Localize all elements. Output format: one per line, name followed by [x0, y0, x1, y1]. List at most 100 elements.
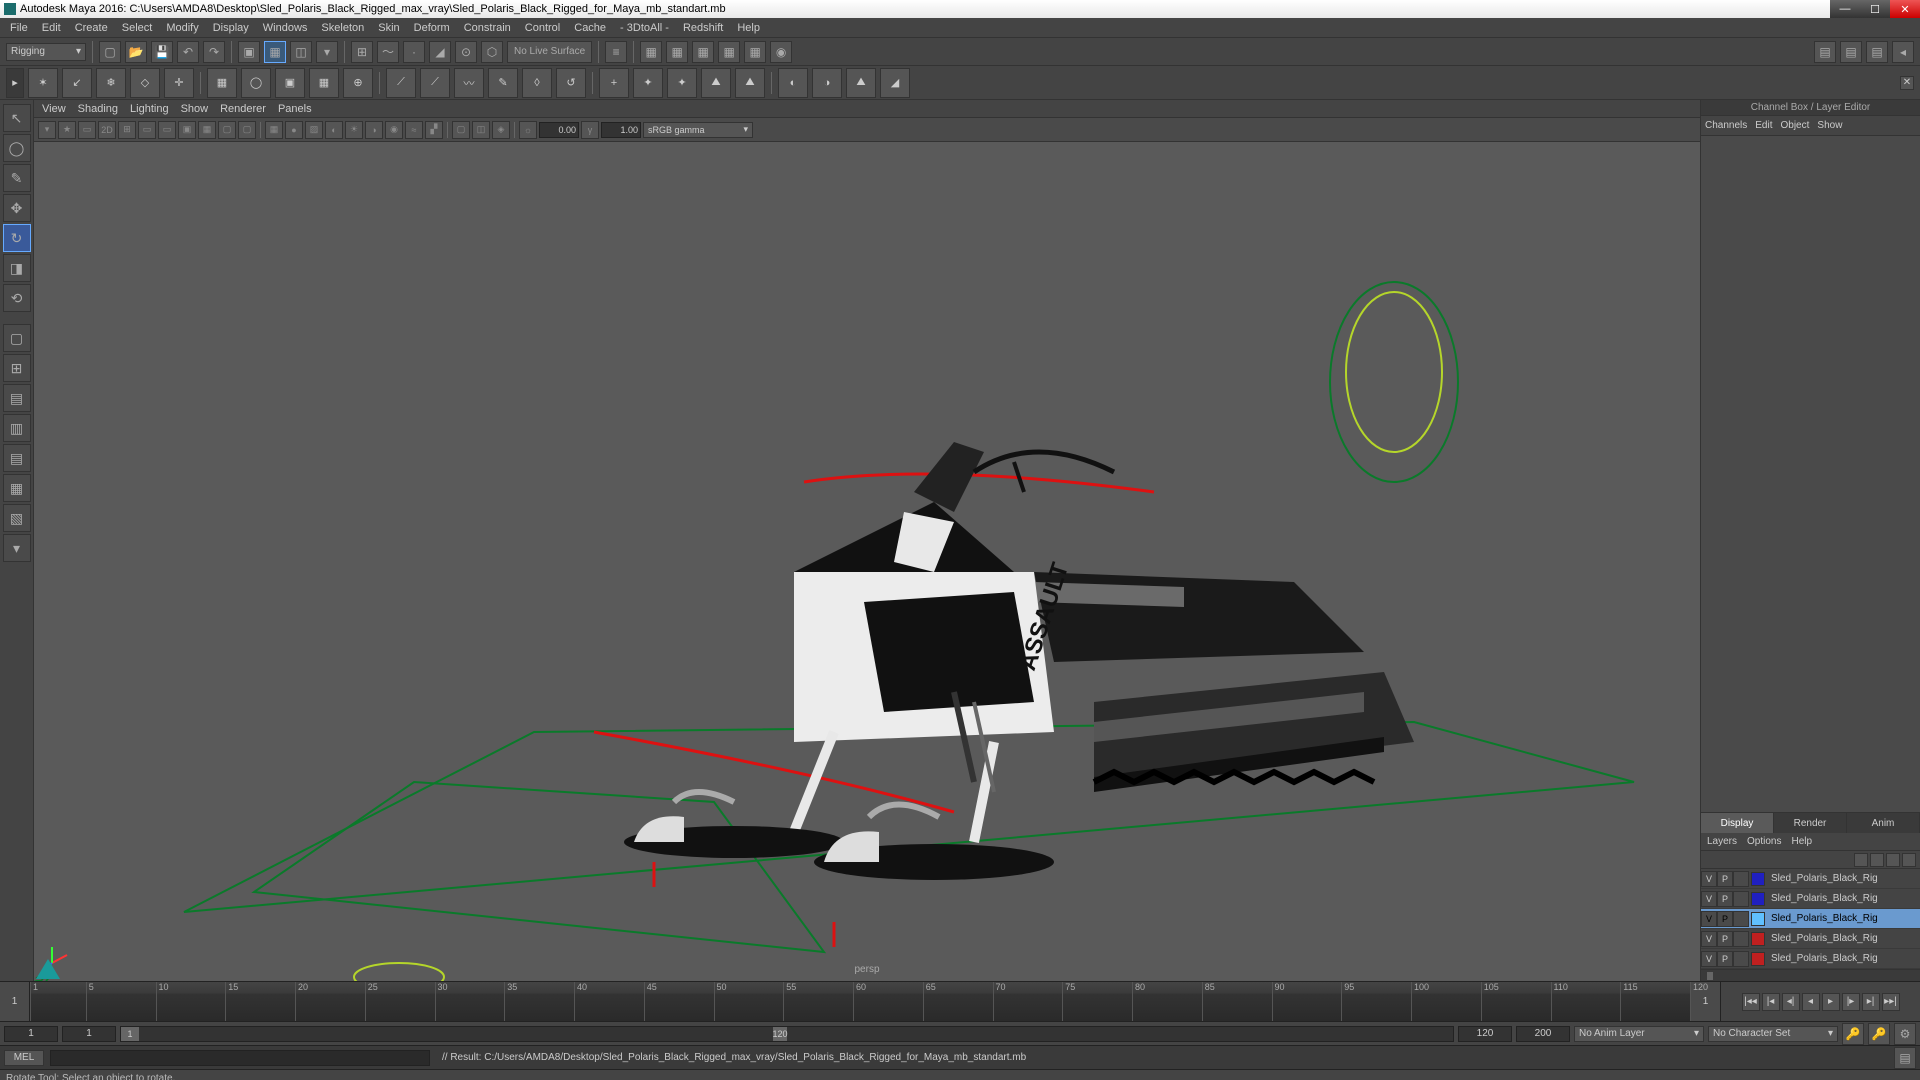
- shelf-mirror-joint-icon[interactable]: ◊: [522, 68, 552, 98]
- vp-safe-action-icon[interactable]: ▢: [218, 121, 236, 139]
- lasso-tool-icon[interactable]: ◯: [3, 134, 31, 162]
- vp-wireframe-icon[interactable]: ▦: [265, 121, 283, 139]
- range-end-mark[interactable]: 120: [773, 1027, 787, 1041]
- vp-xray-joints-icon[interactable]: ◈: [492, 121, 510, 139]
- snap-curve-icon[interactable]: 〜: [377, 41, 399, 63]
- layer-menu-layers[interactable]: Layers: [1707, 836, 1737, 847]
- snap-grid-icon[interactable]: ⊞: [351, 41, 373, 63]
- vp-menu-lighting[interactable]: Lighting: [130, 103, 169, 115]
- layer-row[interactable]: VPSled_Polaris_Black_Rig: [1701, 949, 1920, 969]
- shelf-parent-constraint-icon[interactable]: +: [599, 68, 629, 98]
- snap-live-icon[interactable]: ⬡: [481, 41, 503, 63]
- layer-type-toggle[interactable]: [1733, 951, 1749, 967]
- layer-icon-new-empty[interactable]: [1886, 853, 1900, 867]
- layer-row[interactable]: VPSled_Polaris_Black_Rig: [1701, 909, 1920, 929]
- command-input[interactable]: [50, 1050, 430, 1066]
- layer-tab-render[interactable]: Render: [1774, 813, 1847, 833]
- layer-row[interactable]: VPSled_Polaris_Black_Rig: [1701, 889, 1920, 909]
- layer-row[interactable]: VPSled_Polaris_Black_Rig: [1701, 869, 1920, 889]
- playback-start-input[interactable]: [62, 1026, 116, 1042]
- perspective-viewport[interactable]: Handlebar: [34, 142, 1700, 981]
- shelf-orient-joint-icon[interactable]: ↺: [556, 68, 586, 98]
- vp-gamma-icon[interactable]: γ: [581, 121, 599, 139]
- vp-gate-mask-icon[interactable]: ▣: [178, 121, 196, 139]
- undo-icon[interactable]: ↶: [177, 41, 199, 63]
- vp-exposure-input[interactable]: [539, 122, 579, 138]
- menu-edit[interactable]: Edit: [36, 20, 67, 36]
- menu-help[interactable]: Help: [731, 20, 766, 36]
- playback-end-input[interactable]: [1458, 1026, 1512, 1042]
- vp-safe-title-icon[interactable]: ▢: [238, 121, 256, 139]
- character-set-select[interactable]: No Character Set▾: [1708, 1026, 1838, 1042]
- shelf-scale-constraint-icon[interactable]: ⛰: [701, 68, 731, 98]
- play-forward-button[interactable]: ▸: [1822, 993, 1840, 1011]
- more-layout-icon[interactable]: ▾: [3, 534, 31, 562]
- menu-create[interactable]: Create: [69, 20, 114, 36]
- vp-menu-view[interactable]: View: [42, 103, 66, 115]
- shelf-bind-skin-icon[interactable]: 〰: [454, 68, 484, 98]
- layer-playback-toggle[interactable]: P: [1717, 891, 1733, 907]
- vp-color-mgmt-select[interactable]: sRGB gamma▾: [643, 122, 753, 138]
- new-scene-icon[interactable]: ▢: [99, 41, 121, 63]
- select-mode-hierarchy-icon[interactable]: ▦: [264, 41, 286, 63]
- vp-gamma-input[interactable]: [601, 122, 641, 138]
- anim-end-input[interactable]: [1516, 1026, 1570, 1042]
- layer-playback-toggle[interactable]: P: [1717, 931, 1733, 947]
- anim-start-input[interactable]: [4, 1026, 58, 1042]
- layer-visibility-toggle[interactable]: V: [1701, 871, 1717, 887]
- vp-textured-icon[interactable]: ▨: [305, 121, 323, 139]
- layer-type-toggle[interactable]: [1733, 871, 1749, 887]
- paint-select-tool-icon[interactable]: ✎: [3, 164, 31, 192]
- set-key-button[interactable]: 🔑: [1868, 1023, 1890, 1045]
- save-scene-icon[interactable]: 💾: [151, 41, 173, 63]
- layout-icon-1[interactable]: ▤: [1814, 41, 1836, 63]
- vp-lights-icon[interactable]: ☀: [345, 121, 363, 139]
- shelf-freeze-icon[interactable]: ❄: [96, 68, 126, 98]
- last-tool-icon[interactable]: ⟲: [3, 284, 31, 312]
- layer-color-swatch[interactable]: [1751, 892, 1765, 906]
- shelf-wrap-icon[interactable]: ◑: [812, 68, 842, 98]
- layer-visibility-toggle[interactable]: V: [1701, 911, 1717, 927]
- vp-motion-blur-icon[interactable]: ≈: [405, 121, 423, 139]
- step-back-frame-button[interactable]: ◂|: [1782, 993, 1800, 1011]
- window-minimize-button[interactable]: —: [1830, 0, 1860, 18]
- vp-res-gate-icon[interactable]: ▭: [158, 121, 176, 139]
- menu-dtoall[interactable]: - 3DtoAll -: [614, 20, 675, 36]
- shelf-cluster-icon[interactable]: ⊕: [343, 68, 373, 98]
- layer-color-swatch[interactable]: [1751, 932, 1765, 946]
- layer-type-toggle[interactable]: [1733, 931, 1749, 947]
- menu-file[interactable]: File: [4, 20, 34, 36]
- shelf-hik-icon[interactable]: ▦: [207, 68, 237, 98]
- menu-constrain[interactable]: Constrain: [458, 20, 517, 36]
- shelf-close-icon[interactable]: ✕: [1900, 76, 1914, 90]
- shelf-point-constraint-icon[interactable]: ✦: [633, 68, 663, 98]
- sidebar-collapse-icon[interactable]: ◂: [1892, 41, 1914, 63]
- layer-visibility-toggle[interactable]: V: [1701, 951, 1717, 967]
- two-view-h-icon[interactable]: ▤: [3, 384, 31, 412]
- workspace-selector[interactable]: Rigging▾: [6, 43, 86, 61]
- vp-image-plane-icon[interactable]: ▭: [78, 121, 96, 139]
- menu-cache[interactable]: Cache: [568, 20, 612, 36]
- redo-icon[interactable]: ↷: [203, 41, 225, 63]
- shelf-cube-joint-icon[interactable]: ▣: [275, 68, 305, 98]
- shelf-center-pivot-icon[interactable]: ✛: [164, 68, 194, 98]
- shelf-sculpt-icon[interactable]: ◢: [880, 68, 910, 98]
- shelf-delete-history-icon[interactable]: ◇: [130, 68, 160, 98]
- ipr-render-icon[interactable]: ▦: [666, 41, 688, 63]
- playblast-icon[interactable]: ▦: [744, 41, 766, 63]
- snap-center-icon[interactable]: ⊙: [455, 41, 477, 63]
- move-tool-icon[interactable]: ✥: [3, 194, 31, 222]
- layer-row[interactable]: VPSled_Polaris_Black_Rig: [1701, 929, 1920, 949]
- select-mode-object-icon[interactable]: ▣: [238, 41, 260, 63]
- menu-display[interactable]: Display: [207, 20, 255, 36]
- shelf-lattice-icon[interactable]: ▦: [309, 68, 339, 98]
- menu-skeleton[interactable]: Skeleton: [315, 20, 370, 36]
- vp-field-chart-icon[interactable]: ▦: [198, 121, 216, 139]
- shelf-wire-icon[interactable]: ⛰: [846, 68, 876, 98]
- single-view-icon[interactable]: ▢: [3, 324, 31, 352]
- layer-playback-toggle[interactable]: P: [1717, 951, 1733, 967]
- vp-exposure-icon[interactable]: ☼: [519, 121, 537, 139]
- layer-visibility-toggle[interactable]: V: [1701, 891, 1717, 907]
- range-thumb[interactable]: 1: [121, 1027, 139, 1041]
- menu-deform[interactable]: Deform: [408, 20, 456, 36]
